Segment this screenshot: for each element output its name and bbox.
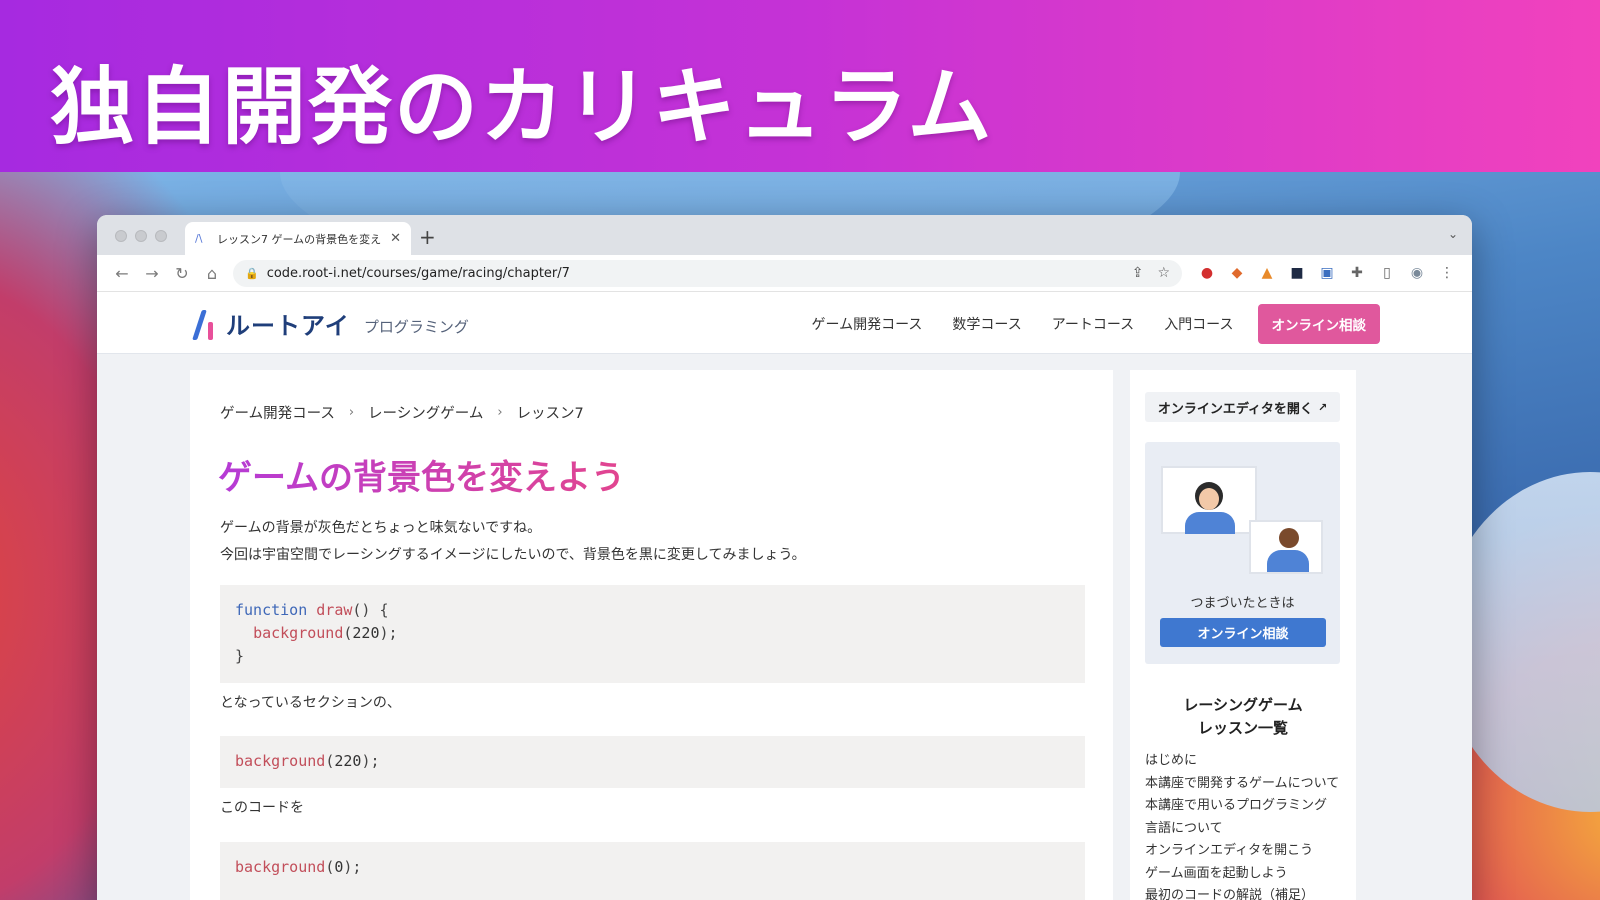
- open-editor-button[interactable]: オンラインエディタを開く ↗: [1145, 392, 1340, 422]
- lesson-list-item[interactable]: オンラインエディタを開こう: [1145, 840, 1350, 863]
- chevron-right-icon: ›: [497, 405, 503, 420]
- close-window-button[interactable]: [115, 230, 127, 242]
- star-icon[interactable]: ☆: [1157, 265, 1170, 281]
- nav-item-game-course[interactable]: ゲーム開発コース: [812, 314, 923, 334]
- sidebar: オンラインエディタを開く ↗ つまづいたときは オンライン相談 レーシングゲーム: [1130, 370, 1356, 900]
- lesson-list-item[interactable]: はじめに: [1145, 750, 1350, 773]
- breadcrumb-item[interactable]: ゲーム開発コース: [220, 402, 335, 423]
- site-nav: ゲーム開発コース 数学コース アートコース 入門コース オンライン相談: [782, 304, 1380, 344]
- breadcrumb-item: レッスン7: [516, 406, 584, 422]
- video-call-illustration: [1249, 520, 1323, 574]
- code-block[interactable]: function draw() { background(220); }: [220, 585, 1085, 683]
- tab-bar: /\ レッスン7 ゲームの背景色を変え ✕ + ⌄: [97, 215, 1472, 255]
- site-logo[interactable]: ルートアイ プログラミング: [192, 306, 469, 341]
- extension-icon[interactable]: ▲: [1252, 265, 1282, 281]
- breadcrumb: ゲーム開発コース › レーシングゲーム › レッスン7: [220, 402, 584, 423]
- code-line: background(0);: [235, 858, 362, 876]
- lock-icon[interactable]: 🔒: [245, 267, 259, 280]
- lesson-list-item[interactable]: 最初のコードの解説（補足）: [1145, 885, 1350, 900]
- code-line: function draw() {: [235, 601, 389, 619]
- new-tab-icon[interactable]: +: [419, 225, 436, 249]
- body-text: このコードを: [220, 800, 304, 816]
- extension-icon[interactable]: ▣: [1312, 265, 1342, 281]
- code-line: }: [235, 647, 245, 665]
- video-call-illustration: [1161, 466, 1257, 534]
- menu-icon[interactable]: ⋮: [1432, 265, 1462, 281]
- code-line: background(220);: [235, 752, 380, 770]
- banner-title: 独自開発のカリキュラム: [50, 58, 994, 156]
- sidebar-consult-button[interactable]: オンライン相談: [1160, 618, 1326, 647]
- home-icon[interactable]: ⌂: [197, 264, 227, 283]
- chevron-right-icon: ›: [348, 405, 355, 420]
- address-bar[interactable]: 🔒 code.root-i.net/courses/game/racing/ch…: [233, 259, 1182, 287]
- online-consult-button[interactable]: オンライン相談: [1257, 304, 1380, 344]
- tab-title: レッスン7 ゲームの背景色を変え: [217, 232, 382, 246]
- nav-item-intro-course[interactable]: 入門コース: [1164, 314, 1233, 334]
- intro-text: 今回は宇宙空間でレーシングするイメージにしたいので、背景色を黒に変更してみましょ…: [220, 547, 806, 563]
- site-favicon-icon: /\: [195, 232, 203, 245]
- site-header: ルートアイ プログラミング ゲーム開発コース 数学コース アートコース 入門コー…: [97, 292, 1472, 354]
- logo-mark-icon: [192, 308, 218, 340]
- logo-text: ルートアイ: [226, 312, 350, 340]
- logo-subtitle: プログラミング: [363, 318, 469, 336]
- adblock-icon[interactable]: ●: [1192, 265, 1222, 281]
- forward-icon[interactable]: →: [137, 264, 167, 283]
- window-controls: [115, 230, 167, 242]
- lesson-list: はじめに 本講座で開発するゲームについて 本講座で用いるプログラミング 言語につ…: [1145, 750, 1350, 900]
- profile-icon[interactable]: ◉: [1402, 265, 1432, 281]
- body-text: となっているセクションの、: [220, 695, 401, 711]
- lesson-content: ゲーム開発コース › レーシングゲーム › レッスン7 ゲームの背景色を変えよう…: [190, 370, 1113, 900]
- maximize-window-button[interactable]: [155, 230, 167, 242]
- reload-icon[interactable]: ↻: [167, 264, 197, 283]
- code-block[interactable]: background(0);: [220, 842, 1085, 900]
- nav-item-math-course[interactable]: 数学コース: [952, 314, 1021, 334]
- page-title: ゲームの背景色を変えよう: [218, 450, 625, 499]
- lesson-list-item[interactable]: 言語について: [1145, 818, 1350, 841]
- browser-toolbar: ← → ↻ ⌂ 🔒 code.root-i.net/courses/game/r…: [97, 255, 1472, 292]
- open-editor-label: オンラインエディタを開く: [1157, 401, 1313, 417]
- consult-label: つまづいたときは: [1190, 596, 1295, 611]
- url-text[interactable]: code.root-i.net/courses/game/racing/chap…: [267, 266, 1118, 281]
- promo-banner: 独自開発のカリキュラム: [0, 0, 1600, 172]
- lesson-list-item[interactable]: 本講座で用いるプログラミング: [1145, 795, 1350, 818]
- lesson-list-item[interactable]: 本講座で開発するゲームについて: [1145, 773, 1350, 796]
- sidepanel-icon[interactable]: ▯: [1372, 265, 1402, 281]
- browser-window: /\ レッスン7 ゲームの背景色を変え ✕ + ⌄ ← → ↻ ⌂ 🔒 code…: [97, 215, 1472, 900]
- nav-item-art-course[interactable]: アートコース: [1052, 314, 1134, 334]
- close-tab-icon[interactable]: ✕: [390, 231, 401, 246]
- browser-tab[interactable]: /\ レッスン7 ゲームの背景色を変え ✕: [185, 222, 411, 255]
- lesson-list-item[interactable]: ゲーム画面を起動しよう: [1145, 863, 1350, 886]
- intro-text: ゲームの背景が灰色だとちょっと味気ないですね。: [220, 520, 542, 536]
- chevron-down-icon[interactable]: ⌄: [1448, 227, 1458, 241]
- share-icon[interactable]: ⇪: [1132, 265, 1144, 281]
- code-line: background(220);: [253, 624, 398, 642]
- minimize-window-button[interactable]: [135, 230, 147, 242]
- consult-card: つまづいたときは オンライン相談: [1145, 442, 1340, 664]
- breadcrumb-item[interactable]: レーシングゲーム: [368, 402, 483, 423]
- back-icon[interactable]: ←: [107, 264, 137, 283]
- page-content: ゲーム開発コース › レーシングゲーム › レッスン7 ゲームの背景色を変えよう…: [97, 354, 1472, 900]
- extension-icon[interactable]: ■: [1282, 265, 1312, 281]
- code-block[interactable]: background(220);: [220, 736, 1085, 788]
- lesson-list-title: レーシングゲーム レッスン一覧: [1183, 696, 1303, 737]
- extensions-puzzle-icon[interactable]: ✚: [1342, 265, 1372, 281]
- extension-icon[interactable]: ◆: [1222, 265, 1252, 281]
- external-link-icon: ↗: [1317, 400, 1328, 414]
